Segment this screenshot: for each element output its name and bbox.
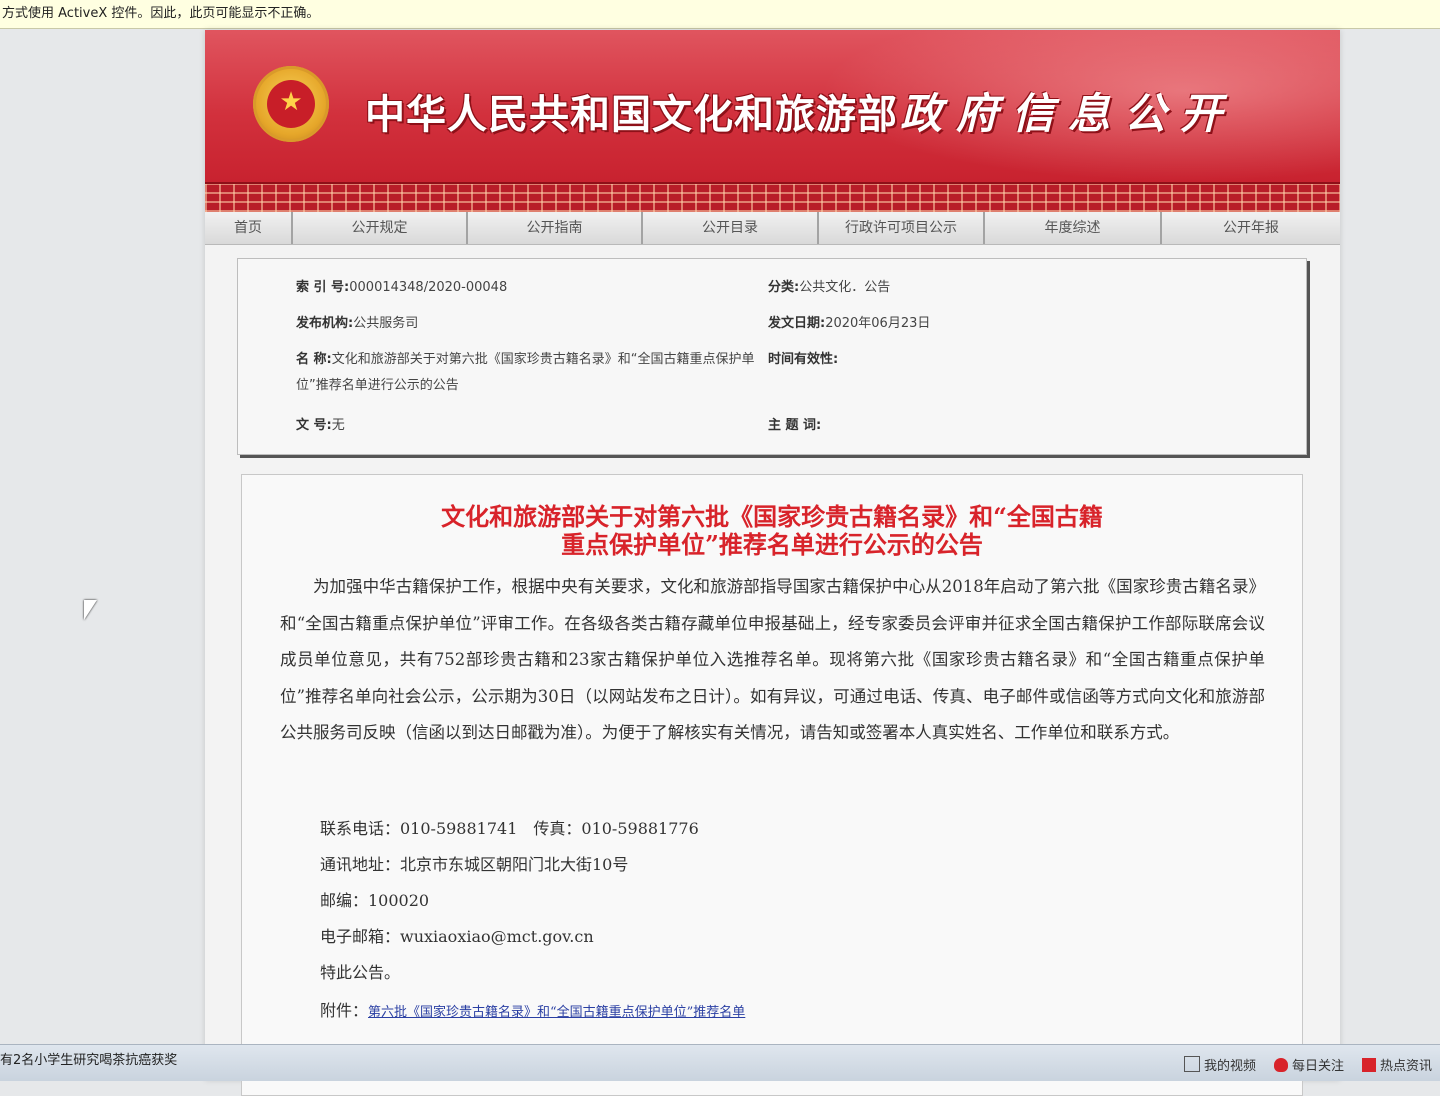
tray-area: 我的视频 每日关注 热点资讯 bbox=[1183, 1055, 1432, 1074]
meta-name: 名 称:文化和旅游部关于对第六批《国家珍贵古籍名录》和“全国古籍重点保护单位”推… bbox=[296, 352, 755, 393]
contact-address: 通讯地址：北京市东城区朝阳门北大街10号 bbox=[320, 855, 629, 874]
gov-info-page: ★ 中华人民共和国文化和旅游部 政府信息公开 首页 公开规定 公开指南 公开目录… bbox=[205, 30, 1340, 1096]
main-nav: 首页 公开规定 公开指南 公开目录 行政许可项目公示 年度综述 公开年报 bbox=[205, 212, 1340, 245]
closing-text: 特此公告。 bbox=[320, 963, 401, 982]
activex-warning-text: 方式使用 ActiveX 控件。因此，此页可能显示不正确。 bbox=[2, 6, 320, 21]
site-title: 中华人民共和国文化和旅游部 bbox=[365, 91, 898, 138]
site-banner: ★ 中华人民共和国文化和旅游部 政府信息公开 bbox=[205, 30, 1340, 182]
article-panel: 文化和旅游部关于对第六批《国家珍贵古籍名录》和“全国古籍 重点保护单位”推荐名单… bbox=[241, 474, 1303, 1096]
contact-postcode: 邮编：100020 bbox=[320, 891, 430, 910]
tray-my-videos[interactable]: 我的视频 bbox=[1183, 1055, 1256, 1074]
meta-publisher: 发布机构:公共服务司 bbox=[296, 316, 419, 331]
contact-email: 电子邮箱：wuxiaoxiao@mct.gov.cn bbox=[320, 927, 594, 946]
fret-border-decoration bbox=[205, 182, 1340, 214]
attachment: 附件：第六批《国家珍贵古籍名录》和“全国古籍重点保护单位”推荐名单 bbox=[320, 1001, 746, 1020]
national-emblem-icon: ★ bbox=[253, 66, 329, 142]
video-icon bbox=[1183, 1056, 1200, 1072]
tray-hot-news[interactable]: 热点资讯 bbox=[1361, 1055, 1432, 1074]
nav-item-annual-report[interactable]: 公开年报 bbox=[1162, 212, 1340, 244]
nav-item-rules[interactable]: 公开规定 bbox=[293, 212, 468, 244]
document-metadata-panel: 索 引 号:000014348/2020-00048 分类:公共文化．公告 发布… bbox=[237, 258, 1307, 455]
tray-daily-focus[interactable]: 每日关注 bbox=[1273, 1055, 1344, 1074]
news-icon bbox=[1361, 1058, 1376, 1072]
meta-validity: 时间有效性: bbox=[768, 352, 839, 367]
nav-item-annual-review[interactable]: 年度综述 bbox=[985, 212, 1162, 244]
meta-index: 索 引 号:000014348/2020-00048 bbox=[296, 280, 508, 295]
news-ticker[interactable]: 有2名小学生研究喝茶抗癌获奖 bbox=[0, 1049, 177, 1068]
mouse-cursor-icon bbox=[84, 600, 97, 620]
nav-item-home[interactable]: 首页 bbox=[205, 212, 293, 244]
contact-phone: 联系电话：010-59881741 传真：010-59881776 bbox=[320, 819, 699, 838]
meta-category: 分类:公共文化．公告 bbox=[768, 280, 891, 295]
taskbar: 有2名小学生研究喝茶抗癌获奖 我的视频 每日关注 热点资讯 bbox=[0, 1044, 1440, 1081]
meta-docno: 文 号:无 bbox=[296, 418, 345, 433]
meta-keywords: 主 题 词: bbox=[768, 418, 822, 433]
article-body: 为加强中华古籍保护工作，根据中央有关要求，文化和旅游部指导国家古籍保护中心从20… bbox=[280, 577, 1265, 742]
flame-icon bbox=[1273, 1058, 1288, 1072]
nav-item-guide[interactable]: 公开指南 bbox=[468, 212, 643, 244]
nav-item-catalog[interactable]: 公开目录 bbox=[643, 212, 819, 244]
nav-item-permits[interactable]: 行政许可项目公示 bbox=[819, 212, 985, 244]
article-title: 文化和旅游部关于对第六批《国家珍贵古籍名录》和“全国古籍 重点保护单位”推荐名单… bbox=[441, 502, 1103, 559]
meta-date: 发文日期:2020年06月23日 bbox=[768, 316, 931, 331]
activex-warning-bar[interactable]: 方式使用 ActiveX 控件。因此，此页可能显示不正确。 bbox=[0, 0, 1440, 29]
attachment-link[interactable]: 第六批《国家珍贵古籍名录》和“全国古籍重点保护单位”推荐名单 bbox=[368, 1005, 745, 1020]
site-subtitle: 政府信息公开 bbox=[900, 89, 1237, 138]
